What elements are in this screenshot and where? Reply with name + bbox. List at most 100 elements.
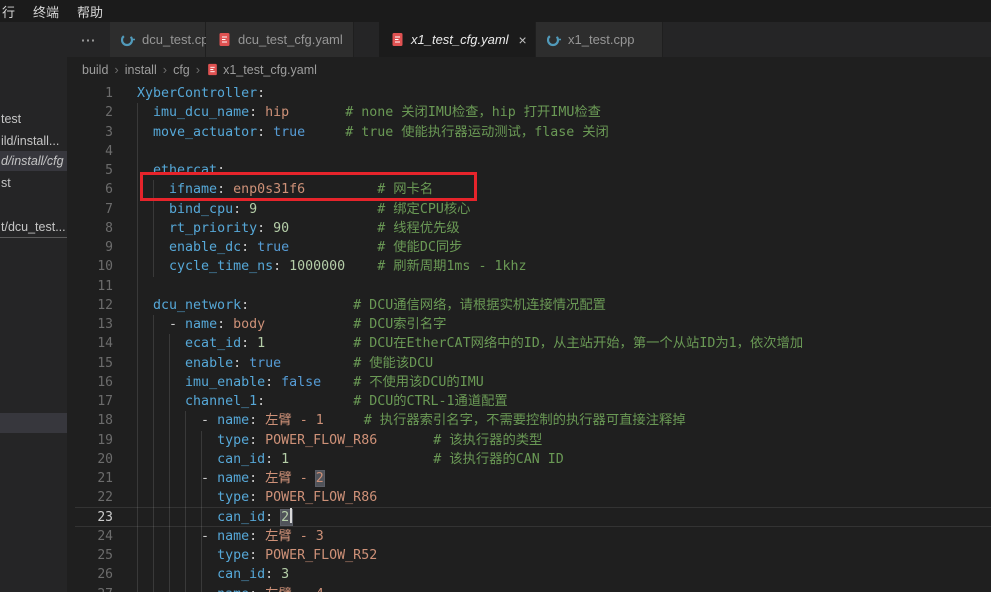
code-token: # 使能该DCU	[353, 356, 433, 371]
code-line[interactable]: XyberController:	[137, 84, 265, 103]
code-token	[137, 433, 217, 448]
code-line[interactable]: imu_enable: false # 不使用该DCU的IMU	[137, 373, 484, 392]
close-icon[interactable]: ×	[519, 32, 527, 48]
line-number[interactable]: 14	[67, 334, 113, 353]
code-token: :	[249, 413, 257, 428]
code-token: XyberController	[137, 86, 257, 101]
code-line[interactable]: can_id: 3	[137, 565, 289, 584]
code-token	[265, 394, 353, 409]
code-token	[273, 510, 281, 525]
code-line[interactable]: rt_priority: 90 # 线程优先级	[137, 219, 460, 238]
menu-item-terminal[interactable]: 终端	[24, 2, 68, 21]
code-line[interactable]: enable_dc: true # 使能DC同步	[137, 238, 462, 257]
code-line[interactable]: can_id: 1 # 该执行器的CAN ID	[137, 450, 564, 469]
line-number[interactable]: 3	[67, 123, 113, 142]
code-token: :	[257, 125, 265, 140]
code-line[interactable]: can_id: 2	[137, 508, 292, 527]
breadcrumb-item-install[interactable]: install	[125, 63, 157, 77]
code-line[interactable]: - name: body # DCU索引名字	[137, 315, 446, 334]
panel-item[interactable]: t/dcu_test...	[0, 217, 68, 238]
code-line[interactable]: type: POWER_FLOW_R86 # 该执行器的类型	[137, 431, 542, 450]
code-line[interactable]: type: POWER_FLOW_R52	[137, 546, 377, 565]
code-line[interactable]: dcu_network: # DCU通信网络，请根据实机连接情况配置	[137, 296, 606, 315]
line-number[interactable]: 9	[67, 238, 113, 257]
line-number[interactable]: 23	[67, 508, 113, 527]
code-line[interactable]: channel_1: # DCU的CTRL-1通道配置	[137, 392, 508, 411]
code-editor[interactable]: 1 XyberController: 2 imu_dcu_name: hip # n…	[67, 82, 991, 592]
line-number[interactable]: 2	[67, 103, 113, 122]
breadcrumb-item-cfg[interactable]: cfg	[173, 63, 190, 77]
breadcrumb-item-file[interactable]: x1_test_cfg.yaml	[206, 63, 317, 77]
code-line[interactable]: - name: 左臂 - 1 # 执行器索引名字，不需要控制的执行器可直接注释掉	[137, 411, 686, 430]
menu-item-help[interactable]: 帮助	[68, 2, 112, 21]
line-number[interactable]: 12	[67, 296, 113, 315]
code-token	[137, 529, 201, 544]
line-number[interactable]: 6	[67, 180, 113, 199]
code-token: :	[249, 433, 257, 448]
panel-item[interactable]: ild/install...	[0, 131, 68, 151]
line-number[interactable]: 25	[67, 546, 113, 565]
line-number[interactable]: 11	[67, 277, 113, 296]
code-line[interactable]: move_actuator: true # true 使能执行器运动测试，fla…	[137, 123, 609, 142]
more-actions-button[interactable]: ⋯	[67, 22, 110, 57]
line-number[interactable]: 10	[67, 257, 113, 276]
code-token: true	[249, 356, 281, 371]
line-number[interactable]: 19	[67, 431, 113, 450]
code-line[interactable]: - name: 左臂 - 3	[137, 527, 324, 546]
panel-item[interactable]: st	[0, 173, 68, 193]
tab-dcu_test-cpp[interactable]: dcu_test.cpp	[110, 22, 206, 57]
line-number[interactable]: 15	[67, 354, 113, 373]
line-number[interactable]: 13	[67, 315, 113, 334]
line-number[interactable]: 20	[67, 450, 113, 469]
code-token: :	[241, 298, 249, 313]
line-number[interactable]: 1	[67, 84, 113, 103]
code-token	[249, 298, 353, 313]
panel-item-active[interactable]: d/install/cfg	[0, 151, 68, 171]
code-token: # DCU索引名字	[353, 317, 446, 332]
line-number[interactable]: 16	[67, 373, 113, 392]
code-token	[137, 490, 217, 505]
line-number[interactable]: 4	[67, 142, 113, 161]
code-line[interactable]: cycle_time_ns: 1000000 # 刷新周期1ms - 1khz	[137, 257, 526, 276]
vscode-window: { "menu_bar": { "items": ["行", "终端", "帮助…	[0, 0, 991, 592]
code-token: type	[217, 548, 249, 563]
line-number[interactable]: 24	[67, 527, 113, 546]
yaml-file-icon	[206, 63, 219, 76]
panel-selection-bar	[0, 413, 67, 433]
breadcrumb-item-build[interactable]: build	[82, 63, 108, 77]
code-token: # 线程优先级	[377, 221, 460, 236]
code-token: :	[241, 336, 249, 351]
line-number[interactable]: 26	[67, 565, 113, 584]
code-line[interactable]: ecat_id: 1 # DCU在EtherCAT网络中的ID，从主站开始，第一…	[137, 334, 803, 353]
code-token	[265, 221, 273, 236]
tab-dcu_test_cfg-yaml[interactable]: dcu_test_cfg.yaml	[206, 22, 354, 57]
line-number[interactable]: 7	[67, 200, 113, 219]
line-number[interactable]: 22	[67, 488, 113, 507]
tab-x1_test-cpp[interactable]: x1_test.cpp	[536, 22, 663, 57]
code-line[interactable]: enable: true # 使能该DCU	[137, 354, 433, 373]
code-token	[137, 221, 169, 236]
code-token	[257, 202, 377, 217]
line-number[interactable]: 21	[67, 469, 113, 488]
code-token: 1000000	[289, 259, 345, 274]
menu-item-run[interactable]: 行	[0, 2, 24, 21]
code-line[interactable]: bind_cpu: 9 # 绑定CPU核心	[137, 200, 470, 219]
panel-item[interactable]: test	[0, 109, 68, 129]
line-number[interactable]: 27	[67, 585, 113, 592]
line-number[interactable]: 8	[67, 219, 113, 238]
code-token: type	[217, 490, 249, 505]
line-number[interactable]: 18	[67, 411, 113, 430]
line-number[interactable]: 17	[67, 392, 113, 411]
code-line[interactable]: imu_dcu_name: hip # none 关闭IMU检查，hip 打开I…	[137, 103, 601, 122]
tab-x1_test_cfg-yaml-active[interactable]: x1_test_cfg.yaml ×	[379, 22, 536, 57]
code-token: name	[217, 587, 249, 592]
code-token: 2	[281, 510, 292, 525]
line-number[interactable]: 5	[67, 161, 113, 180]
code-token: :	[249, 105, 257, 120]
code-line[interactable]: - name: 左臂 - 4	[137, 585, 324, 592]
code-token: true	[273, 125, 305, 140]
code-line[interactable]: type: POWER_FLOW_R86	[137, 488, 377, 507]
code-token: -	[201, 587, 217, 592]
code-line[interactable]: - name: 左臂 - 2	[137, 469, 324, 488]
code-token: # 绑定CPU核心	[377, 202, 470, 217]
